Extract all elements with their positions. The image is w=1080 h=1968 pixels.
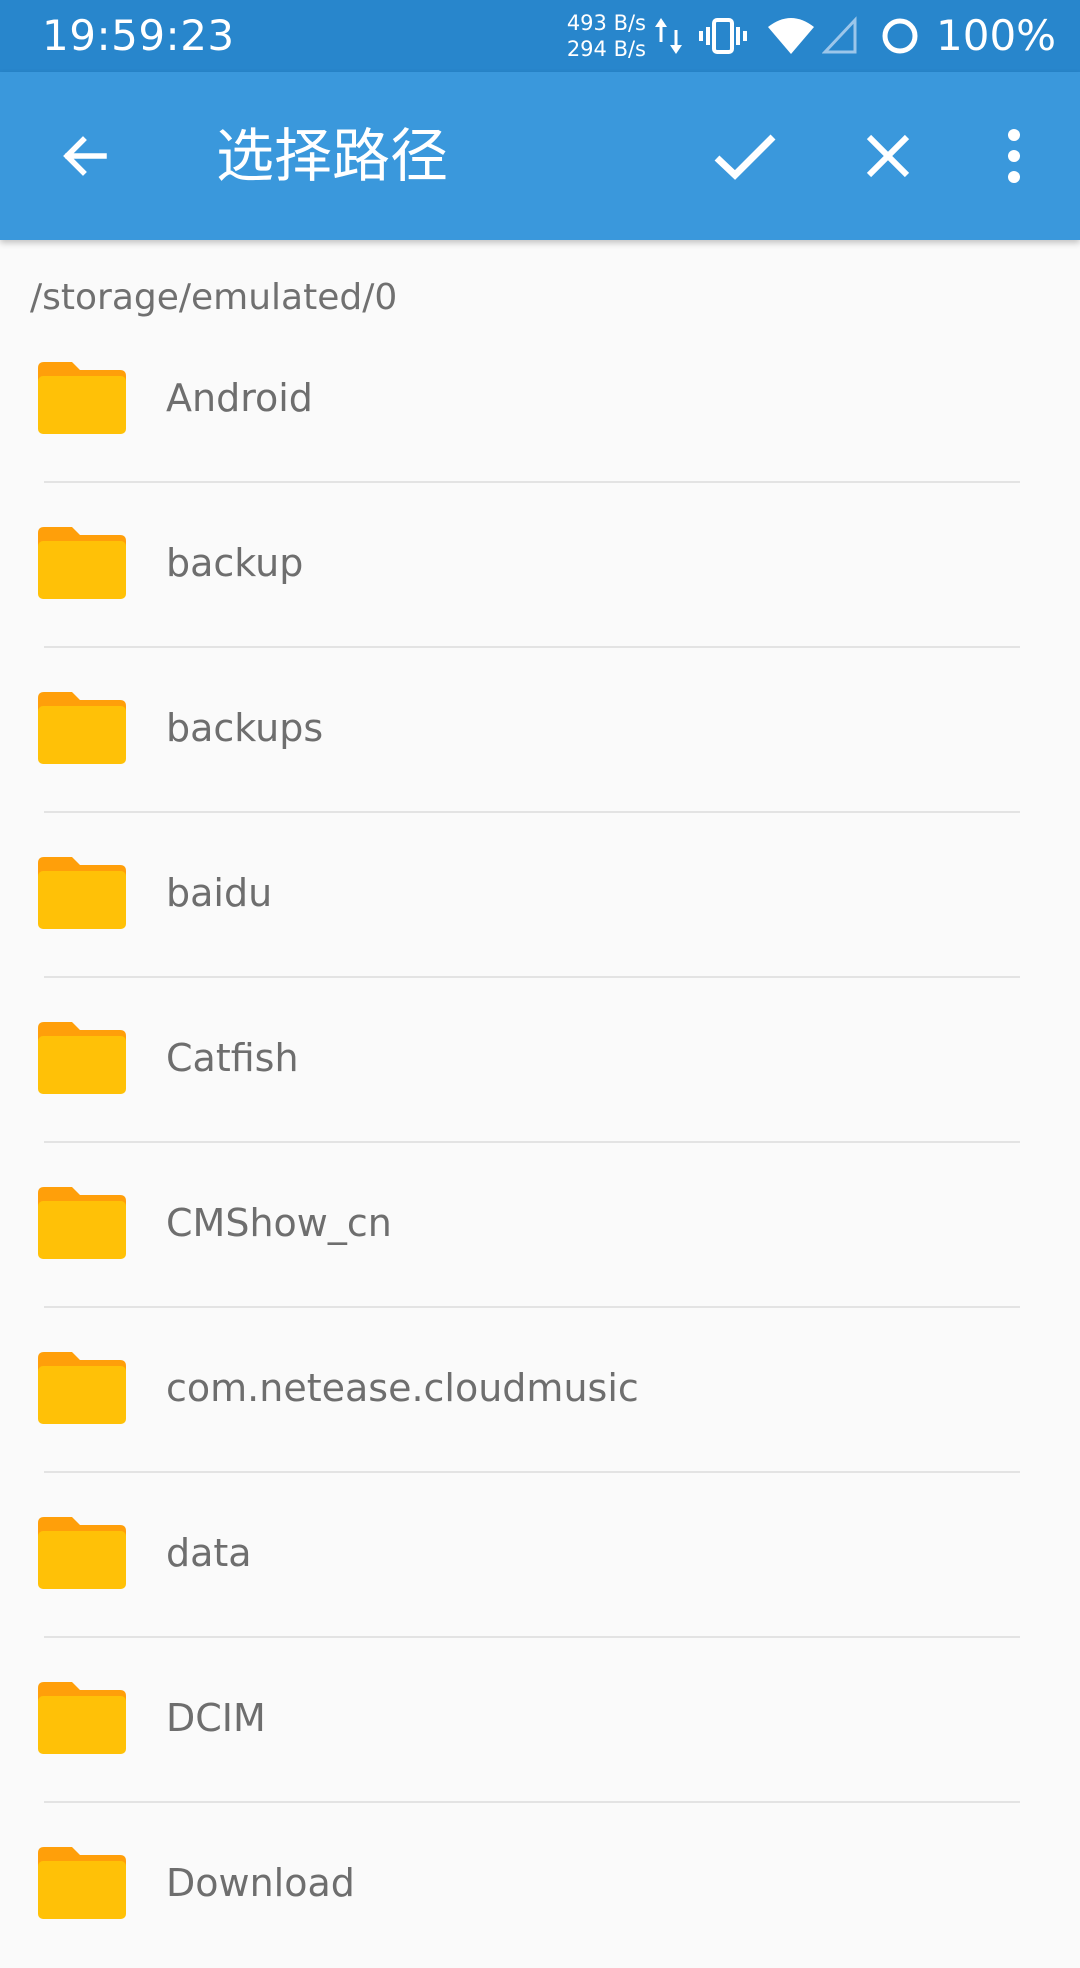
folder-name: backup [166, 541, 304, 585]
list-item[interactable]: backups [0, 648, 1080, 813]
list-item[interactable]: Download [0, 1803, 1080, 1968]
folder-name: backups [166, 706, 324, 750]
cancel-button[interactable] [846, 114, 930, 198]
folder-name: Android [166, 376, 313, 420]
folder-name: CMShow_cn [166, 1201, 392, 1245]
more-options-button[interactable] [972, 114, 1056, 198]
back-button[interactable] [42, 114, 126, 198]
folder-icon [38, 857, 126, 929]
sync-icon [882, 18, 918, 54]
check-icon [714, 134, 776, 180]
folder-icon [38, 1022, 126, 1094]
list-item[interactable]: backup [0, 483, 1080, 648]
confirm-button[interactable] [703, 114, 787, 198]
folder-name: baidu [166, 871, 273, 915]
list-item[interactable]: Catfish [0, 978, 1080, 1143]
folder-icon [38, 1847, 126, 1919]
folder-name: DCIM [166, 1696, 266, 1740]
more-vert-icon [1008, 129, 1020, 183]
list-item[interactable]: DCIM [0, 1638, 1080, 1803]
list-item[interactable]: com.netease.cloudmusic [0, 1308, 1080, 1473]
arrow-left-icon [63, 136, 107, 176]
vibrate-icon [699, 18, 747, 54]
folder-name: Catfish [166, 1036, 299, 1080]
status-bar: 19:59:23 493 B/s 294 B/s 100% [0, 0, 1080, 72]
folder-list: Android backup backups baidu Catfish CMS… [0, 318, 1080, 1968]
cell-signal-icon [822, 16, 857, 54]
folder-icon [38, 1187, 126, 1259]
folder-icon [38, 692, 126, 764]
battery-level: 100% [936, 11, 1057, 60]
folder-name: Download [166, 1861, 355, 1905]
wifi-icon [768, 18, 814, 54]
folder-icon [38, 1352, 126, 1424]
folder-name: data [166, 1531, 252, 1575]
list-item[interactable]: baidu [0, 813, 1080, 978]
list-item[interactable]: Android [0, 318, 1080, 483]
data-arrows-icon [655, 18, 682, 54]
folder-name: com.netease.cloudmusic [166, 1366, 639, 1410]
list-item[interactable]: CMShow_cn [0, 1143, 1080, 1308]
folder-icon [38, 1517, 126, 1589]
download-speed: 294 B/s [566, 37, 646, 61]
app-bar: 选择路径 [0, 72, 1080, 240]
folder-icon [38, 527, 126, 599]
network-speed: 493 B/s 294 B/s [560, 10, 646, 62]
status-time: 19:59:23 [42, 11, 235, 60]
folder-icon [38, 362, 126, 434]
close-icon [866, 134, 910, 178]
current-path: /storage/emulated/0 [30, 277, 398, 318]
page-title: 选择路径 [216, 122, 449, 190]
list-item[interactable]: data [0, 1473, 1080, 1638]
folder-icon [38, 1682, 126, 1754]
upload-speed: 493 B/s [566, 11, 646, 35]
